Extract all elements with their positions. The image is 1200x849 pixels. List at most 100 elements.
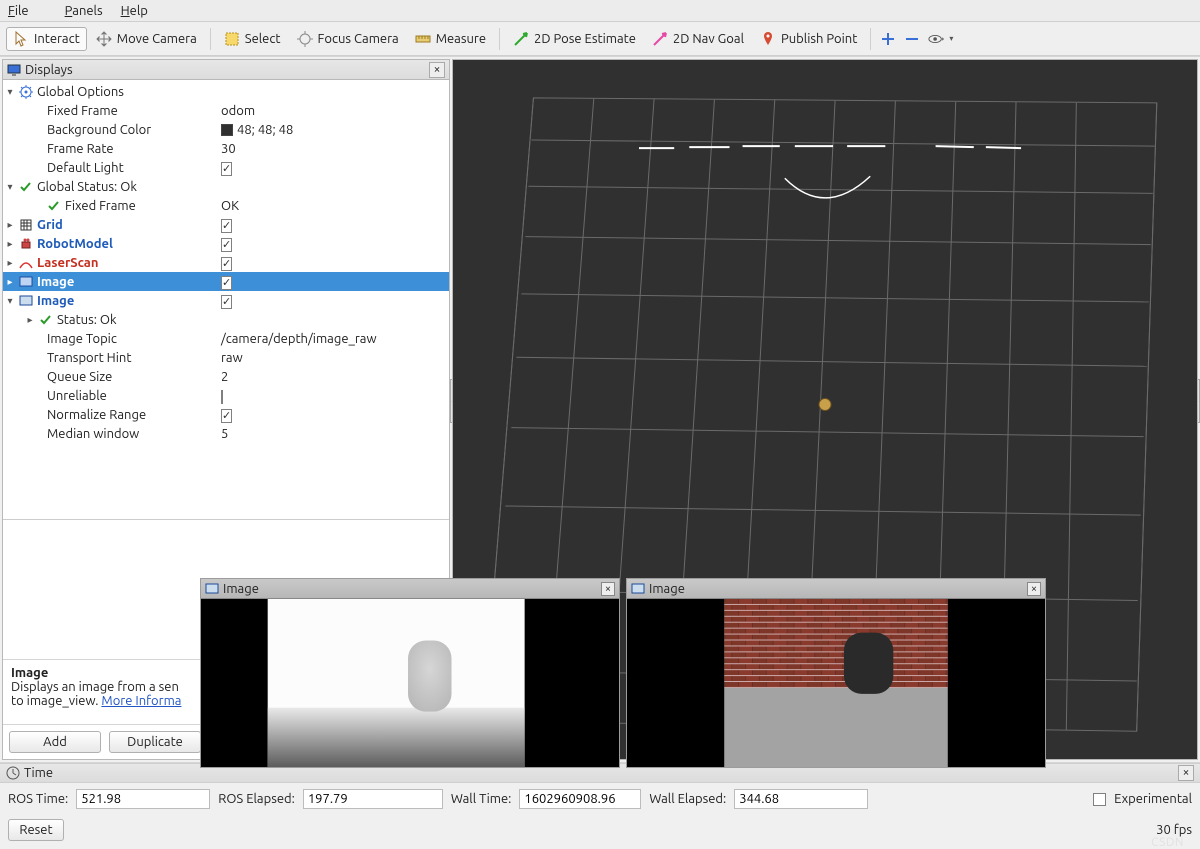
tree-grid[interactable]: Grid: [37, 218, 63, 232]
image-icon: [631, 582, 645, 596]
checkbox-unreliable[interactable]: [221, 390, 223, 404]
tool-2d-pose[interactable]: 2D Pose Estimate: [506, 27, 643, 51]
ros-time-value[interactable]: [76, 789, 210, 809]
menu-panels[interactable]: Panels: [65, 4, 103, 18]
plus-icon: [880, 31, 896, 47]
displays-panel-title: Displays: [25, 63, 429, 77]
image-dock-depth-body: [201, 599, 619, 767]
tool-measure-label: Measure: [436, 32, 486, 46]
checkbox-laserscan[interactable]: ✓: [221, 257, 232, 271]
prop-median-value[interactable]: 5: [215, 427, 228, 441]
ros-elapsed-value[interactable]: [303, 789, 443, 809]
tool-select[interactable]: Select: [217, 27, 288, 51]
image-icon: [19, 294, 33, 308]
tree-image-selected[interactable]: ▸ Image ✓: [3, 272, 449, 291]
robot-icon: [19, 237, 33, 251]
more-info-link[interactable]: More Informa: [101, 694, 181, 708]
prop-normalize[interactable]: Normalize Range: [47, 408, 146, 422]
tree-laserscan[interactable]: LaserScan: [37, 256, 98, 270]
chevron-right-icon[interactable]: ▸: [5, 257, 15, 269]
tool-eye-dropdown[interactable]: ▾: [925, 27, 956, 51]
tool-move-camera[interactable]: Move Camera: [89, 27, 204, 51]
tool-plus[interactable]: [877, 27, 899, 51]
displays-panel-header[interactable]: Displays ×: [3, 60, 449, 80]
tree-global-status[interactable]: Global Status: Ok: [37, 180, 137, 194]
select-icon: [224, 31, 240, 47]
menu-file[interactable]: File: [8, 4, 47, 18]
image-dock-depth[interactable]: Image ×: [200, 578, 620, 768]
image-dock-rgb-body: [627, 599, 1045, 767]
tool-2d-nav[interactable]: 2D Nav Goal: [645, 27, 751, 51]
prop-status-fixed-frame-value: OK: [215, 199, 239, 213]
prop-unreliable[interactable]: Unreliable: [47, 389, 107, 403]
pin-icon: [760, 31, 776, 47]
tree-global-options[interactable]: Global Options: [37, 85, 124, 99]
prop-fixed-frame[interactable]: Fixed Frame: [47, 104, 118, 118]
prop-frame-rate-value[interactable]: 30: [215, 142, 236, 156]
tool-interact-label: Interact: [34, 32, 80, 46]
image-dock-rgb-title: Image: [649, 582, 1027, 596]
tool-measure[interactable]: Measure: [408, 27, 493, 51]
menu-help[interactable]: Help: [121, 4, 148, 18]
checkbox-robotmodel[interactable]: ✓: [221, 238, 232, 252]
close-icon[interactable]: ×: [601, 582, 615, 596]
prop-queue-size[interactable]: Queue Size: [47, 370, 112, 384]
tree-image2[interactable]: Image: [37, 294, 74, 308]
chevron-right-icon[interactable]: ▸: [5, 238, 15, 250]
checkbox-image-sel[interactable]: ✓: [221, 276, 232, 290]
prop-frame-rate[interactable]: Frame Rate: [47, 142, 114, 156]
tool-focus-camera[interactable]: Focus Camera: [290, 27, 406, 51]
prop-transport-hint[interactable]: Transport Hint: [47, 351, 131, 365]
wall-time-label: Wall Time:: [451, 792, 512, 806]
prop-bg-color[interactable]: Background Color: [47, 123, 151, 137]
gear-icon: [19, 85, 33, 99]
duplicate-button[interactable]: Duplicate: [109, 731, 201, 753]
prop-image-topic[interactable]: Image Topic: [47, 332, 117, 346]
tool-minus[interactable]: [901, 27, 923, 51]
tool-focus-camera-label: Focus Camera: [318, 32, 399, 46]
status-bar: ROS Time: ROS Elapsed: Wall Time: Wall E…: [0, 783, 1200, 815]
fps-label: 30 fps: [1156, 823, 1192, 837]
eye-icon: [928, 31, 944, 47]
tree-robotmodel[interactable]: RobotModel: [37, 237, 113, 251]
description-line1: Displays an image from a sen: [11, 680, 179, 694]
checkbox-grid[interactable]: ✓: [221, 219, 232, 233]
checkbox-default-light[interactable]: ✓: [221, 162, 232, 176]
prop-image-topic-value[interactable]: /camera/depth/image_raw: [215, 332, 377, 346]
time-panel-title: Time: [24, 766, 1178, 780]
pointer-icon: [13, 31, 29, 47]
tool-interact[interactable]: Interact: [6, 27, 87, 51]
chevron-down-icon[interactable]: ▾: [5, 295, 15, 307]
prop-default-light[interactable]: Default Light: [47, 161, 124, 175]
prop-status-fixed-frame[interactable]: Fixed Frame: [65, 199, 136, 213]
check-icon: [39, 313, 53, 327]
toolbar: Interact Move Camera Select Focus Camera…: [0, 22, 1200, 56]
prop-median[interactable]: Median window: [47, 427, 139, 441]
chevron-down-icon[interactable]: ▾: [5, 181, 15, 193]
chevron-right-icon[interactable]: ▸: [5, 219, 15, 231]
close-icon[interactable]: ×: [1027, 582, 1041, 596]
displays-tree[interactable]: ▾ Global Options Fixed Frame odom Backgro…: [3, 80, 449, 519]
close-icon[interactable]: ×: [1178, 765, 1194, 781]
tree-image2-status[interactable]: Status: Ok: [57, 313, 117, 327]
prop-queue-size-value[interactable]: 2: [215, 370, 228, 384]
wall-elapsed-value[interactable]: [734, 789, 868, 809]
prop-bg-color-value[interactable]: 48; 48; 48: [215, 123, 293, 137]
tool-2d-pose-label: 2D Pose Estimate: [534, 32, 636, 46]
checkbox-experimental[interactable]: [1093, 793, 1106, 806]
prop-transport-hint-value[interactable]: raw: [215, 351, 243, 365]
chevron-right-icon[interactable]: ▸: [25, 314, 35, 326]
tool-publish-point[interactable]: Publish Point: [753, 27, 864, 51]
chevron-right-icon[interactable]: ▸: [5, 276, 15, 288]
tool-publish-point-label: Publish Point: [781, 32, 857, 46]
reset-button[interactable]: Reset: [8, 819, 64, 841]
chevron-down-icon[interactable]: ▾: [5, 86, 15, 98]
checkbox-image2[interactable]: ✓: [221, 295, 232, 309]
wall-time-value[interactable]: [519, 789, 641, 809]
tree-image-sel-label: Image: [37, 275, 74, 289]
close-icon[interactable]: ×: [429, 62, 445, 78]
image-dock-rgb[interactable]: Image ×: [626, 578, 1046, 768]
checkbox-normalize[interactable]: ✓: [221, 409, 232, 423]
prop-fixed-frame-value[interactable]: odom: [215, 104, 255, 118]
add-button[interactable]: Add: [9, 731, 101, 753]
